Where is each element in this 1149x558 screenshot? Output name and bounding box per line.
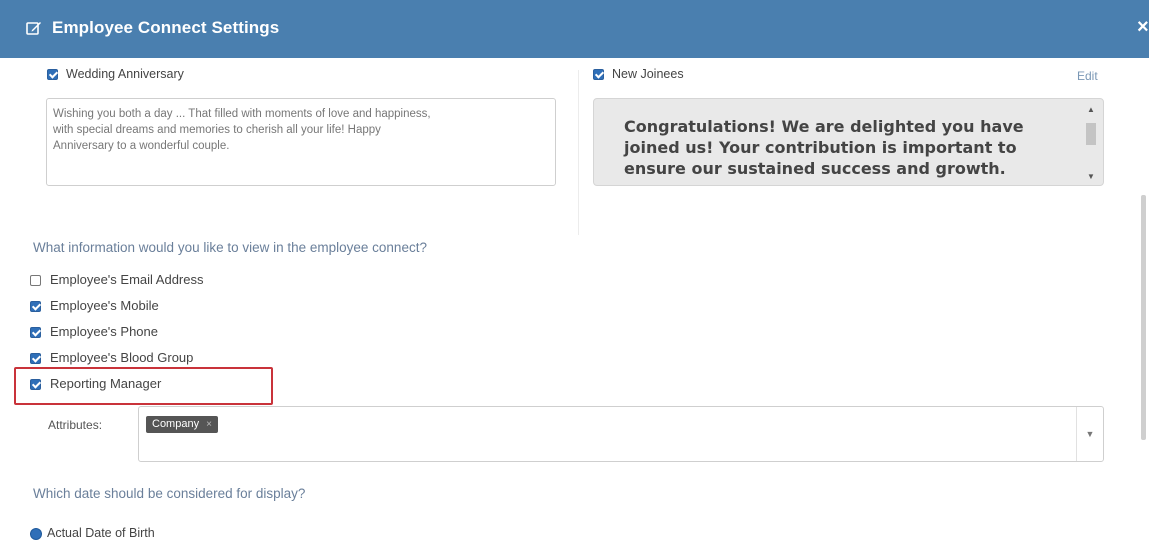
new-joinees-message-line: ensure our sustained success and growth.	[624, 159, 1006, 178]
reporting-manager-highlight	[14, 367, 273, 405]
edit-square-icon	[26, 22, 41, 35]
wedding-message-textarea[interactable]: Wishing you both a day ... That filled w…	[46, 98, 556, 186]
company-tag-label: Company	[152, 418, 200, 430]
mobile-checkbox[interactable]	[30, 301, 41, 312]
blood-group-checkbox[interactable]	[30, 353, 41, 364]
new-joinees-message-box[interactable]: Congratulations! We are delighted you ha…	[593, 98, 1104, 186]
modal-title: Employee Connect Settings	[52, 18, 280, 37]
phone-checkbox[interactable]	[30, 327, 41, 338]
wedding-anniversary-checkbox[interactable]	[47, 69, 58, 80]
email-address-checkbox[interactable]	[30, 275, 41, 286]
page-scrollbar[interactable]	[1141, 195, 1146, 440]
new-joinees-message-line: joined us! Your contribution is importan…	[624, 138, 1017, 157]
actual-dob-label: Actual Date of Birth	[47, 526, 155, 540]
wedding-anniversary-label: Wedding Anniversary	[66, 67, 184, 81]
chevron-down-icon[interactable]: ▼	[1076, 407, 1103, 461]
email-address-label: Employee's Email Address	[50, 272, 204, 287]
blood-group-label: Employee's Blood Group	[50, 350, 194, 365]
new-joinees-edit-link[interactable]: Edit	[1077, 69, 1098, 83]
modal-header: Employee Connect Settings ×	[0, 0, 1149, 58]
wedding-message-line: Wishing you both a day ... That filled w…	[53, 108, 431, 120]
mobile-label: Employee's Mobile	[50, 298, 159, 313]
remove-tag-icon[interactable]: ×	[206, 416, 212, 433]
actual-dob-radio[interactable]	[31, 529, 41, 539]
phone-label: Employee's Phone	[50, 324, 158, 339]
new-joinees-message-line: Congratulations! We are delighted you ha…	[624, 117, 1024, 136]
attributes-label: Attributes:	[48, 418, 103, 432]
new-joinees-checkbox[interactable]	[593, 69, 604, 80]
wedding-message-line: with special dreams and memories to cher…	[53, 124, 381, 136]
scroll-down-icon[interactable]: ▼	[1087, 172, 1095, 181]
scroll-thumb[interactable]	[1086, 123, 1096, 145]
new-joinees-message: Congratulations! We are delighted you ha…	[624, 116, 1044, 179]
new-joinees-label: New Joinees	[612, 67, 684, 81]
message-scrollbar[interactable]: ▲ ▼	[1085, 105, 1097, 181]
column-divider	[578, 70, 579, 235]
company-tag: Company ×	[146, 416, 218, 433]
header-title-wrap: Employee Connect Settings	[26, 18, 279, 38]
scroll-up-icon[interactable]: ▲	[1087, 105, 1095, 114]
date-question: Which date should be considered for disp…	[33, 486, 306, 501]
close-button[interactable]: ×	[1137, 16, 1149, 39]
attributes-select[interactable]: Company × ▼	[138, 406, 1104, 462]
wedding-message-line: Anniversary to a wonderful couple.	[53, 140, 230, 152]
info-question: What information would you like to view …	[33, 240, 427, 255]
